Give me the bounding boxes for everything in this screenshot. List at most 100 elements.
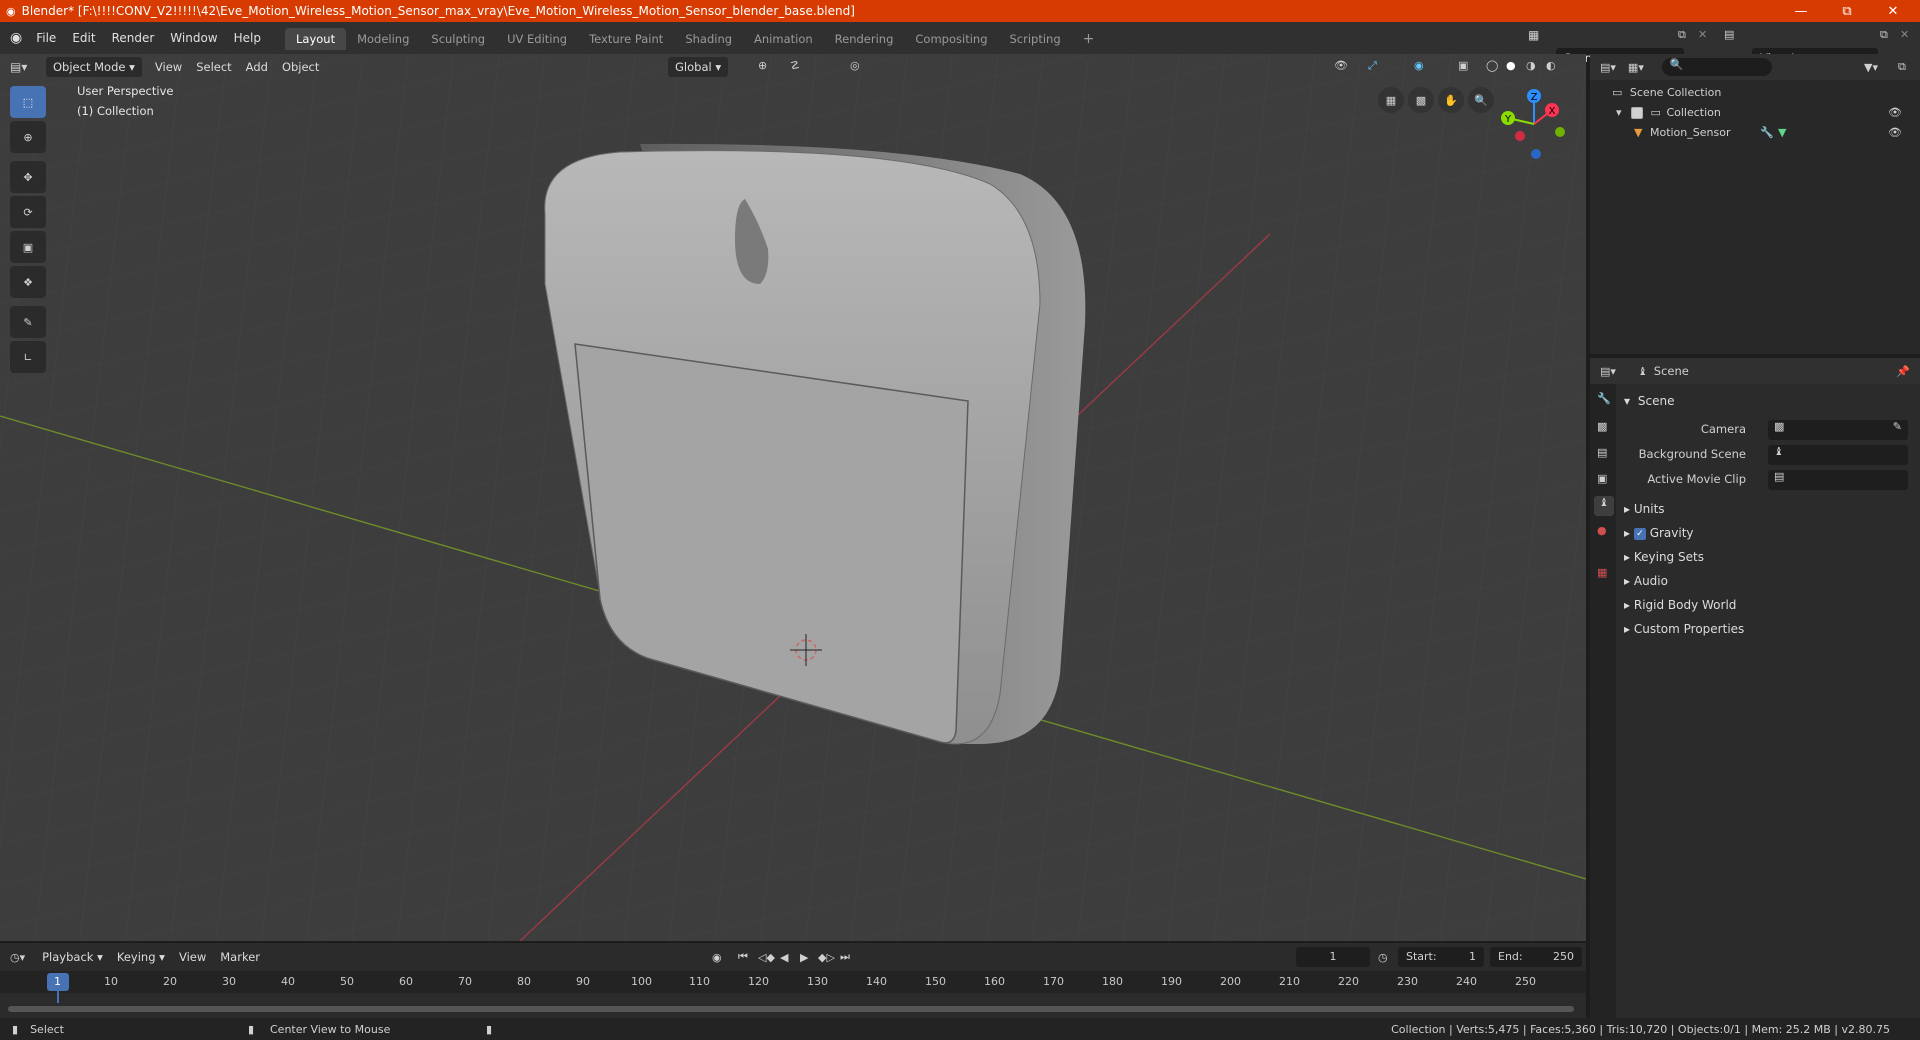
world-tab-icon[interactable]: ●	[1597, 524, 1607, 537]
shading-solid-icon[interactable]: ●	[1506, 59, 1516, 72]
new-scene-icon[interactable]: ⧉	[1678, 28, 1686, 42]
view-layer-tab-icon[interactable]: ▣	[1597, 472, 1607, 485]
zoom-view-button[interactable]: 🔍	[1468, 87, 1494, 113]
proportional-edit-icon[interactable]: ◎	[850, 59, 860, 72]
tab-shading[interactable]: Shading	[674, 28, 743, 50]
add-workspace-icon[interactable]: +	[1072, 28, 1106, 50]
move-tool[interactable]: ✥	[10, 161, 46, 193]
view-layer-icon[interactable]: ▤	[1724, 28, 1734, 41]
gizmo-neg-z-axis[interactable]	[1531, 149, 1541, 159]
pin-icon[interactable]: 📌	[1896, 365, 1910, 378]
background-scene-field[interactable]: ♝	[1768, 445, 1908, 465]
menu-timeline-view[interactable]: View	[172, 947, 213, 967]
outliner-row-scene-collection[interactable]: ▭ Scene Collection	[1612, 86, 1721, 99]
menu-file[interactable]: File	[28, 31, 64, 45]
object-mode-dropdown[interactable]: Object Mode ▾	[46, 57, 142, 77]
select-box-tool[interactable]: ⬚	[10, 86, 46, 118]
viewport-3d[interactable]: ▤▾ Object Mode ▾ View Select Add Object …	[0, 54, 1586, 941]
outliner-row-motion-sensor[interactable]: ▼ Motion_Sensor 🔧 ▼ 👁	[1634, 126, 1916, 139]
clock-icon[interactable]: ◷	[1378, 951, 1388, 964]
pivot-icon[interactable]: ⊕	[758, 59, 767, 72]
toggle-grid-view-button[interactable]: ▦	[1378, 87, 1404, 113]
play-reverse-icon[interactable]: ◀	[780, 951, 788, 964]
tab-uv-editing[interactable]: UV Editing	[496, 28, 578, 50]
shading-wireframe-icon[interactable]: ◯	[1486, 59, 1498, 72]
end-frame-field[interactable]: End: 250	[1490, 947, 1582, 967]
scene-panel-header[interactable]: ▾ Scene	[1624, 394, 1674, 408]
restore-button[interactable]: ⧉	[1824, 0, 1870, 22]
section-audio[interactable]: ▸ Audio	[1624, 574, 1668, 588]
expand-arrow-icon[interactable]: ▾	[1616, 106, 1622, 119]
section-gravity[interactable]: ▸ ✓ Gravity	[1624, 526, 1694, 540]
display-mode-icon[interactable]: ▦▾	[1628, 61, 1644, 74]
remove-view-layer-icon[interactable]: ✕	[1900, 28, 1909, 41]
visibility-icon[interactable]: 👁	[1334, 59, 1348, 72]
transform-tool[interactable]: ❖	[10, 266, 46, 298]
cursor-tool[interactable]: ⊕	[10, 121, 46, 153]
collection-visibility-icon[interactable]: 👁	[1888, 106, 1902, 119]
tool-tab-icon[interactable]: 🔧	[1597, 392, 1611, 405]
active-movie-clip-field[interactable]: ▤	[1768, 470, 1908, 490]
snap-icon[interactable]: ☡	[790, 59, 800, 72]
tab-sculpting[interactable]: Sculpting	[420, 28, 496, 50]
scene-selector-icon[interactable]: ▦	[1528, 28, 1539, 42]
filter-icon[interactable]: ▼▾	[1864, 61, 1878, 74]
menu-marker[interactable]: Marker	[213, 947, 267, 967]
gizmo-toggle-icon[interactable]: ⤢	[1368, 59, 1377, 73]
minimize-button[interactable]: —	[1778, 0, 1824, 22]
overlay-toggle-icon[interactable]: ◉	[1414, 59, 1424, 72]
menu-keying[interactable]: Keying ▾	[110, 947, 172, 967]
editor-type-icon[interactable]: ▤▾	[10, 60, 40, 74]
new-collection-icon[interactable]: ⧉	[1898, 60, 1906, 74]
xray-icon[interactable]: ▣	[1458, 59, 1468, 72]
motion-sensor-visibility-icon[interactable]: 👁	[1888, 126, 1902, 139]
mesh-data-icon[interactable]: ▼	[1778, 126, 1786, 139]
section-custom-properties[interactable]: ▸ Custom Properties	[1624, 622, 1744, 636]
eyedropper-icon[interactable]: ✎	[1893, 420, 1902, 433]
output-tab-icon[interactable]: ▤	[1597, 446, 1607, 459]
play-icon[interactable]: ▶	[800, 951, 808, 964]
tab-scripting[interactable]: Scripting	[999, 28, 1072, 50]
shading-material-icon[interactable]: ◑	[1526, 59, 1536, 72]
next-keyframe-icon[interactable]: ◆▷	[818, 951, 835, 964]
annotate-tool[interactable]: ✎	[10, 306, 46, 338]
gizmo-neg-y-axis[interactable]	[1555, 127, 1565, 137]
rotate-tool[interactable]: ⟳	[10, 196, 46, 228]
measure-tool[interactable]: ∟	[10, 341, 46, 373]
collection-checkbox[interactable]	[1631, 107, 1644, 119]
tab-modeling[interactable]: Modeling	[346, 28, 420, 50]
properties-editor-icon[interactable]: ▤▾	[1600, 365, 1616, 378]
menu-select[interactable]: Select	[189, 57, 238, 77]
modifier-icon[interactable]: 🔧	[1760, 126, 1774, 139]
gizmo-neg-x-axis[interactable]	[1515, 131, 1525, 141]
menu-add[interactable]: Add	[239, 57, 275, 77]
tab-compositing[interactable]: Compositing	[904, 28, 998, 50]
section-keying-sets[interactable]: ▸ Keying Sets	[1624, 550, 1704, 564]
tab-layout[interactable]: Layout	[284, 28, 347, 50]
jump-end-icon[interactable]: ⏭	[840, 950, 850, 964]
gravity-checkbox[interactable]: ✓	[1633, 527, 1646, 540]
transform-orientation-dropdown[interactable]: Global ▾	[668, 57, 729, 77]
record-icon[interactable]: ◉	[712, 951, 722, 964]
viewport-scene[interactable]	[0, 54, 1586, 941]
remove-scene-icon[interactable]: ✕	[1698, 28, 1707, 41]
section-rigid-body-world[interactable]: ▸ Rigid Body World	[1624, 598, 1736, 612]
tab-texture-paint[interactable]: Texture Paint	[578, 28, 674, 50]
scale-tool[interactable]: ▣	[10, 231, 46, 263]
menu-view[interactable]: View	[148, 57, 189, 77]
menu-edit[interactable]: Edit	[64, 31, 103, 45]
jump-start-icon[interactable]: ⏮	[738, 950, 748, 964]
timeline-scrollbar[interactable]	[8, 1006, 1574, 1012]
current-frame-field[interactable]: 1	[1296, 947, 1370, 967]
new-view-layer-icon[interactable]: ⧉	[1880, 28, 1888, 42]
timeline-editor-icon[interactable]: ◷▾	[10, 951, 25, 964]
shading-rendered-icon[interactable]: ◐	[1546, 59, 1556, 72]
prev-keyframe-icon[interactable]: ◁◆	[758, 951, 775, 964]
outliner-row-collection[interactable]: ▾ ▭ Collection 👁	[1616, 106, 1916, 119]
outliner-search-input[interactable]: 🔍	[1661, 58, 1772, 76]
pan-view-button[interactable]: ✋	[1438, 87, 1464, 113]
section-units[interactable]: ▸ Units	[1624, 502, 1665, 516]
close-window-button[interactable]: ✕	[1870, 0, 1916, 22]
menu-window[interactable]: Window	[162, 31, 225, 45]
navigation-gizmo[interactable]: Z X Y	[1494, 84, 1574, 164]
